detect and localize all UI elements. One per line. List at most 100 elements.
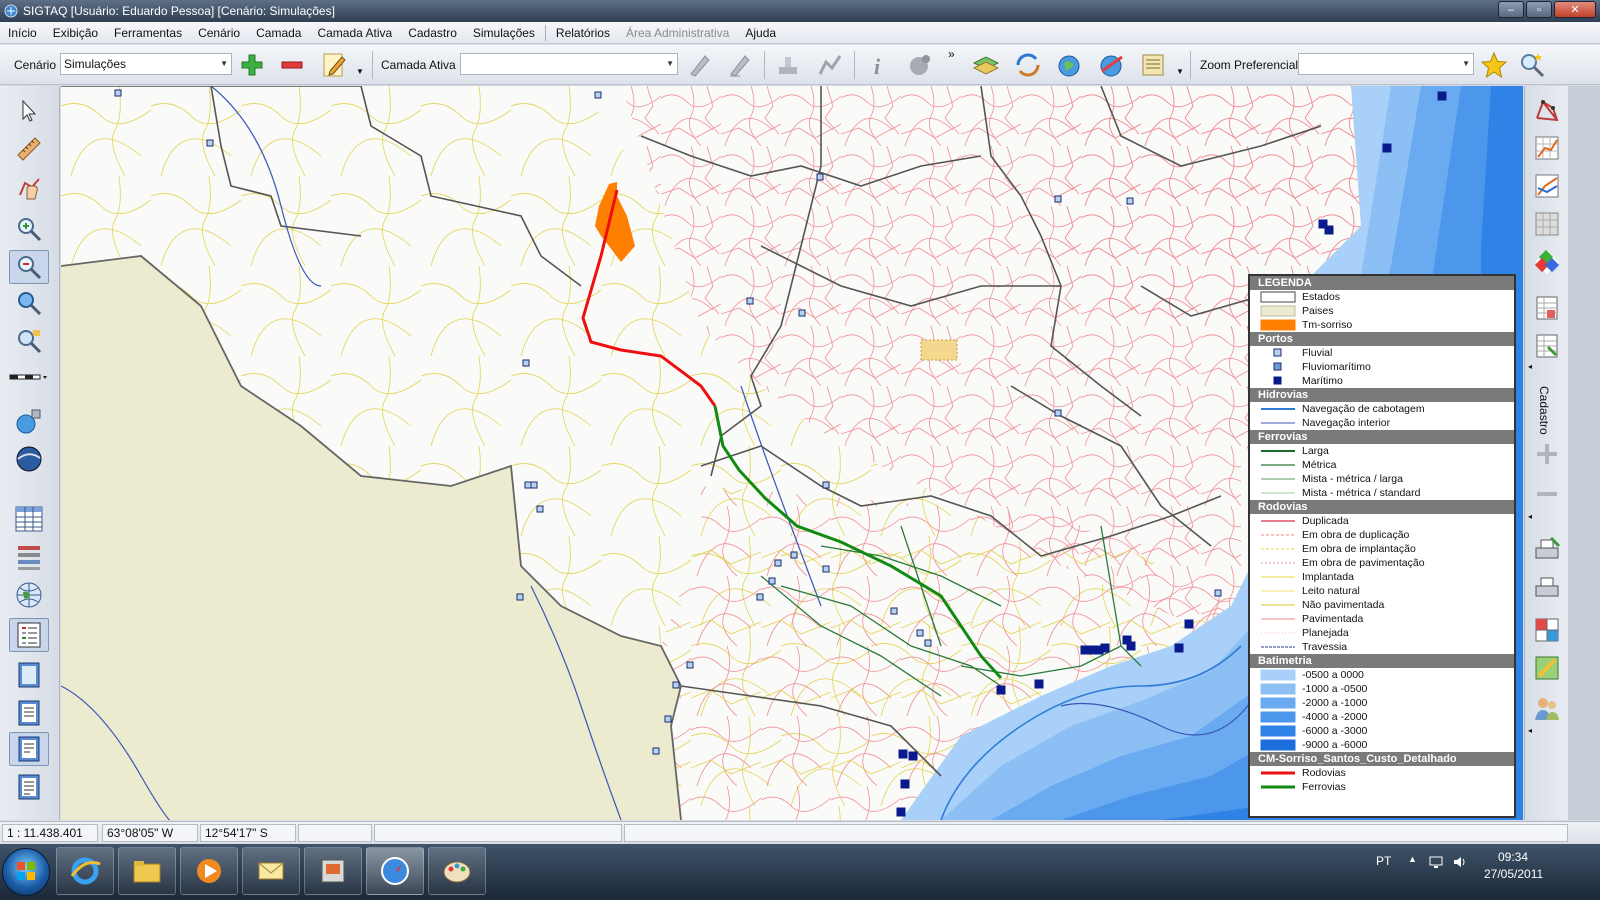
legend-symbol — [1273, 348, 1282, 357]
grid-route-multi-button[interactable] — [1530, 170, 1564, 202]
edit-scenario-button[interactable] — [318, 50, 350, 80]
collapse-arrow-icon[interactable]: ◂ — [1528, 726, 1532, 735]
cenario-select[interactable]: Simulações ▼ — [60, 53, 232, 75]
menu-ajuda[interactable]: Ajuda — [737, 22, 784, 44]
zoom-extent-button[interactable] — [9, 286, 49, 320]
grid-route-button[interactable] — [1530, 132, 1564, 164]
google-earth-button[interactable] — [9, 442, 49, 476]
globe-add-button[interactable] — [1054, 50, 1086, 80]
globe-tool-button[interactable] — [904, 50, 936, 80]
add-record-button[interactable] — [1530, 438, 1564, 470]
volume-tray-icon[interactable] — [1452, 854, 1468, 870]
map-doc-edit-button[interactable] — [9, 732, 49, 766]
legend-label: Implantada — [1302, 571, 1354, 583]
select-tool-button[interactable] — [9, 94, 49, 128]
grid-disabled-button[interactable] — [1530, 208, 1564, 240]
layers-button[interactable] — [970, 50, 1002, 80]
legend-symbol — [1261, 422, 1295, 424]
network-globe-button[interactable] — [9, 404, 49, 438]
scale-bar-button[interactable] — [9, 366, 49, 388]
matrix-button[interactable] — [1530, 614, 1564, 646]
dropdown-arrow-icon[interactable]: ▼ — [356, 67, 364, 76]
legend-label: -0500 a 0000 — [1302, 669, 1364, 681]
attribute-table-button[interactable] — [9, 502, 49, 536]
printer-preview-icon — [1535, 577, 1559, 597]
draw-pen-button[interactable] — [684, 50, 716, 80]
edit-matrix-button[interactable] — [1530, 652, 1564, 684]
report-button[interactable] — [1138, 50, 1170, 80]
cadastro-panel-label[interactable]: Cadastro — [1537, 386, 1551, 435]
measure-tool-button[interactable] — [9, 132, 49, 166]
camada-ativa-select[interactable]: ▼ — [460, 53, 678, 75]
start-button[interactable] — [2, 848, 50, 896]
menu-ferramentas[interactable]: Ferramentas — [106, 22, 190, 44]
selected-town-box[interactable] — [920, 339, 958, 361]
taskbar-outlook[interactable] — [242, 847, 300, 895]
map-doc-button[interactable] — [9, 658, 49, 692]
menu-inicio[interactable]: Início — [0, 22, 45, 44]
print-button[interactable] — [1530, 534, 1564, 566]
dropdown-arrow-icon[interactable]: ▼ — [1176, 67, 1184, 76]
globe-view-button[interactable] — [9, 578, 49, 612]
legend-label: Fluvial — [1302, 347, 1333, 359]
clock-time[interactable]: 09:34 — [1498, 850, 1528, 864]
zoom-preferencial-select[interactable]: ▼ — [1298, 53, 1474, 75]
menu-cadastro[interactable]: Cadastro — [400, 22, 465, 44]
toolbar-overflow[interactable]: » — [948, 47, 955, 61]
close-button[interactable]: ✕ — [1554, 1, 1596, 18]
clock-date[interactable]: 27/05/2011 — [1484, 867, 1543, 881]
map-canvas[interactable]: LEGENDA Estados Paises Tm-sorriso Portos Flu… — [61, 86, 1523, 820]
sigtaq-app-icon — [4, 4, 18, 18]
add-scenario-button[interactable] — [236, 50, 268, 80]
taskbar-internet-explorer[interactable] — [56, 847, 114, 895]
stamp-icon — [779, 57, 797, 74]
tray-expand-icon[interactable]: ▲ — [1408, 854, 1417, 864]
legend-toggle-button[interactable] — [9, 618, 49, 652]
layer-list-button[interactable] — [9, 540, 49, 574]
remove-scenario-button[interactable] — [276, 50, 308, 80]
zoom-window-button[interactable] — [9, 324, 49, 358]
zoom-out-button[interactable] — [9, 250, 49, 284]
legend-item: Mista - métrica / standard — [1250, 486, 1514, 500]
menu-exibicao[interactable]: Exibição — [45, 22, 106, 44]
remove-record-button[interactable] — [1530, 478, 1564, 510]
print-preview-button[interactable] — [1530, 572, 1564, 604]
info-icon: i — [874, 54, 881, 78]
map-doc-list-button[interactable] — [9, 696, 49, 730]
taskbar-sigtaq[interactable] — [304, 847, 362, 895]
taskbar-media-player[interactable] — [180, 847, 238, 895]
refresh-map-icon — [1016, 53, 1040, 77]
taskbar-safari[interactable] — [366, 847, 424, 895]
menu-cenario[interactable]: Cenário — [190, 22, 248, 44]
collapse-arrow-icon[interactable]: ◂ — [1528, 362, 1532, 371]
favorite-zoom-button[interactable] — [1478, 50, 1510, 80]
route-globe-button[interactable] — [1096, 50, 1128, 80]
draw-pen-alt-button[interactable] — [724, 50, 756, 80]
network-tray-icon[interactable] — [1428, 854, 1444, 870]
data-sheet-button[interactable] — [1530, 292, 1564, 324]
info-button[interactable]: i — [862, 50, 894, 80]
menu-simulacoes[interactable]: Simulações — [465, 22, 543, 44]
network-tool-button[interactable] — [1530, 94, 1564, 126]
language-indicator[interactable]: PT — [1376, 854, 1391, 868]
stamp-tool-button[interactable] — [772, 50, 804, 80]
collapse-arrow-icon[interactable]: ◂ — [1528, 512, 1532, 521]
grid-icon — [1535, 212, 1559, 236]
data-sheet-edit-button[interactable] — [1530, 330, 1564, 362]
color-squares-button[interactable] — [1530, 246, 1564, 278]
menu-camada[interactable]: Camada — [248, 22, 309, 44]
users-button[interactable] — [1530, 692, 1564, 724]
taskbar-file-explorer[interactable] — [118, 847, 176, 895]
minimize-button[interactable]: – — [1498, 1, 1524, 18]
map-doc-report-button[interactable] — [9, 770, 49, 804]
pan-tool-button[interactable] — [9, 170, 49, 204]
vertex-tool-button[interactable] — [814, 50, 846, 80]
zoom-search-button[interactable] — [1516, 50, 1548, 80]
menu-relatorios[interactable]: Relatórios — [548, 22, 618, 44]
zoom-in-button[interactable] — [9, 212, 49, 246]
refresh-map-button[interactable] — [1012, 50, 1044, 80]
maximize-button[interactable]: ▫ — [1526, 1, 1552, 18]
legend-section-header: Batimetria — [1250, 654, 1514, 668]
taskbar-paint[interactable] — [428, 847, 486, 895]
menu-camada-ativa[interactable]: Camada Ativa — [309, 22, 400, 44]
